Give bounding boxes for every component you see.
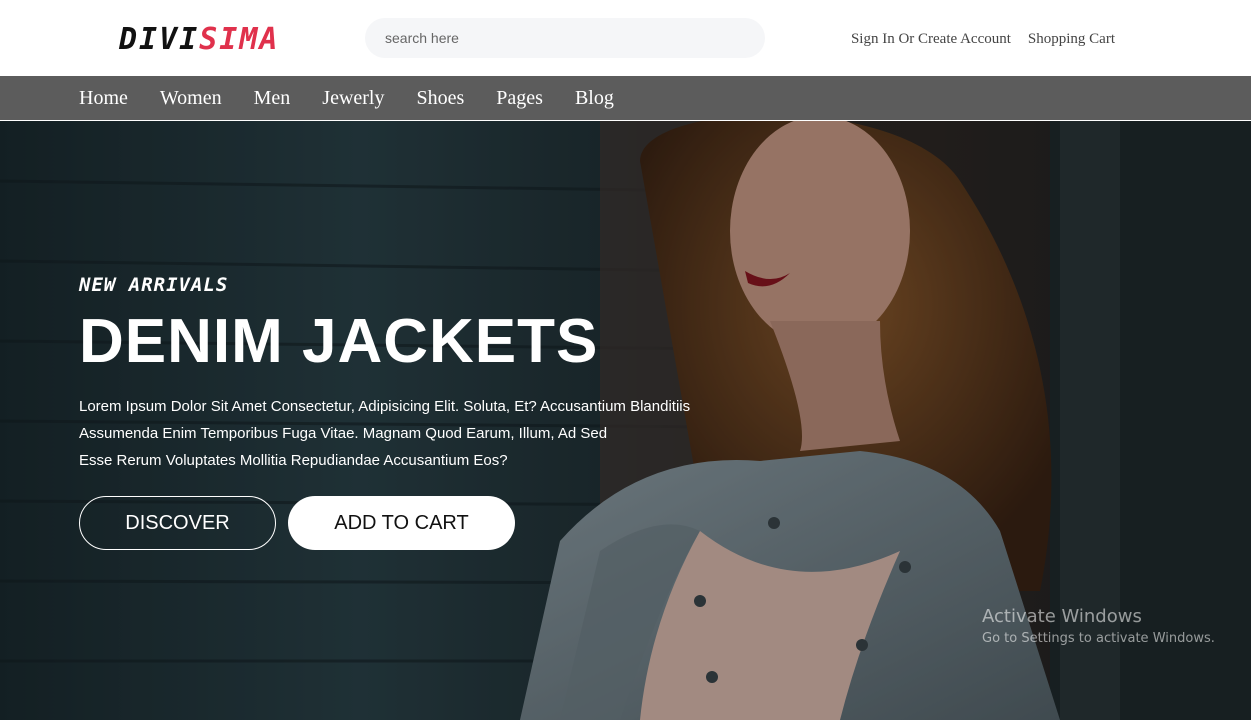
windows-activation-watermark: Activate Windows Go to Settings to activ… bbox=[982, 605, 1215, 649]
main-nav: Home Women Men Jewerly Shoes Pages Blog bbox=[0, 76, 1251, 121]
brand-logo-part2: SIMA bbox=[199, 22, 280, 57]
site-header: DIVISIMA Sign In Or Create Account Shopp… bbox=[0, 0, 1251, 76]
hero-description: Lorem Ipsum Dolor Sit Amet Consectetur, … bbox=[79, 393, 719, 474]
hero-banner: NEW ARRIVALS DENIM JACKETS Lorem Ipsum D… bbox=[0, 121, 1251, 720]
nav-item-home[interactable]: Home bbox=[79, 87, 128, 110]
nav-item-shoes[interactable]: Shoes bbox=[416, 87, 464, 110]
nav-item-men[interactable]: Men bbox=[254, 87, 291, 110]
hero-description-line: Assumenda Enim Temporibus Fuga Vitae. Ma… bbox=[79, 425, 608, 442]
shopping-cart-link[interactable]: Shopping Cart bbox=[1028, 31, 1115, 48]
nav-item-pages[interactable]: Pages bbox=[496, 87, 543, 110]
hero-eyebrow: NEW ARRIVALS bbox=[79, 274, 229, 296]
nav-item-women[interactable]: Women bbox=[160, 87, 222, 110]
nav-item-blog[interactable]: Blog bbox=[575, 87, 614, 110]
account-links: Sign In Or Create Account Shopping Cart bbox=[851, 31, 1115, 48]
nav-item-jewerly[interactable]: Jewerly bbox=[322, 87, 384, 110]
watermark-subtitle: Go to Settings to activate Windows. bbox=[982, 631, 1215, 646]
hero-title: DENIM JACKETS bbox=[79, 307, 599, 376]
hero-description-line: Lorem Ipsum Dolor Sit Amet Consectetur, … bbox=[79, 398, 691, 415]
brand-logo-part1: DIVI bbox=[119, 22, 200, 57]
add-to-cart-button[interactable]: ADD TO CART bbox=[288, 496, 515, 550]
search-input[interactable] bbox=[365, 18, 765, 58]
sign-in-link[interactable]: Sign In Or Create Account bbox=[851, 31, 1011, 48]
watermark-title: Activate Windows bbox=[982, 606, 1142, 627]
hero-description-line: Esse Rerum Voluptates Mollitia Repudiand… bbox=[79, 452, 508, 469]
brand-logo[interactable]: DIVISIMA bbox=[119, 22, 280, 58]
discover-button[interactable]: DISCOVER bbox=[79, 496, 276, 550]
